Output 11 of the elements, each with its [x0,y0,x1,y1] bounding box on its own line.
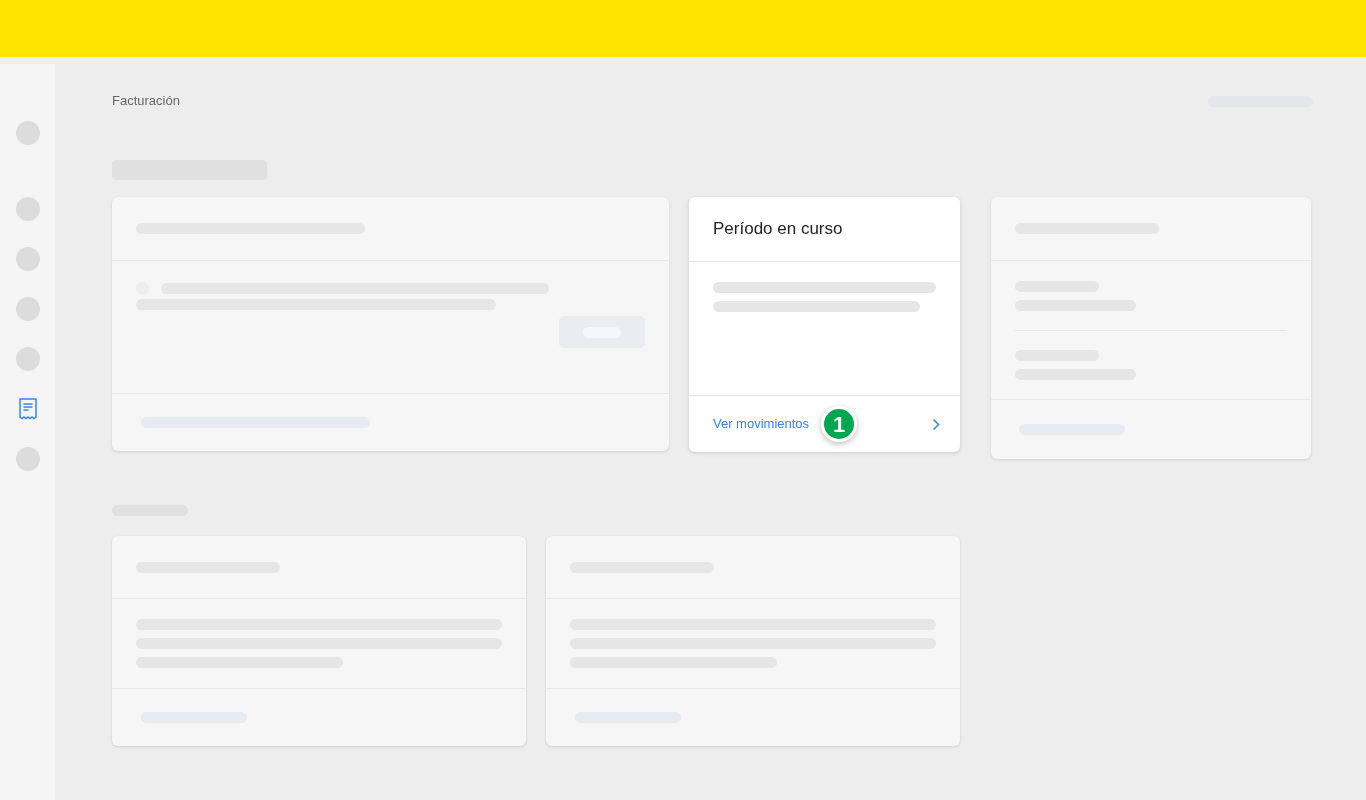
chevron-right-icon[interactable] [932,417,940,431]
menu-placeholder[interactable] [15,297,40,321]
menu-placeholder[interactable] [15,247,40,271]
menu-placeholder[interactable] [15,121,40,145]
receipt-icon[interactable] [17,398,38,420]
menu-placeholder[interactable] [15,347,40,371]
view-movements-link[interactable]: Ver movimientos [713,414,810,434]
menu-placeholder[interactable] [15,197,40,221]
card-title: Período en curso [713,218,843,241]
menu-placeholder[interactable] [15,447,40,471]
breadcrumb[interactable]: Facturación [112,91,180,111]
